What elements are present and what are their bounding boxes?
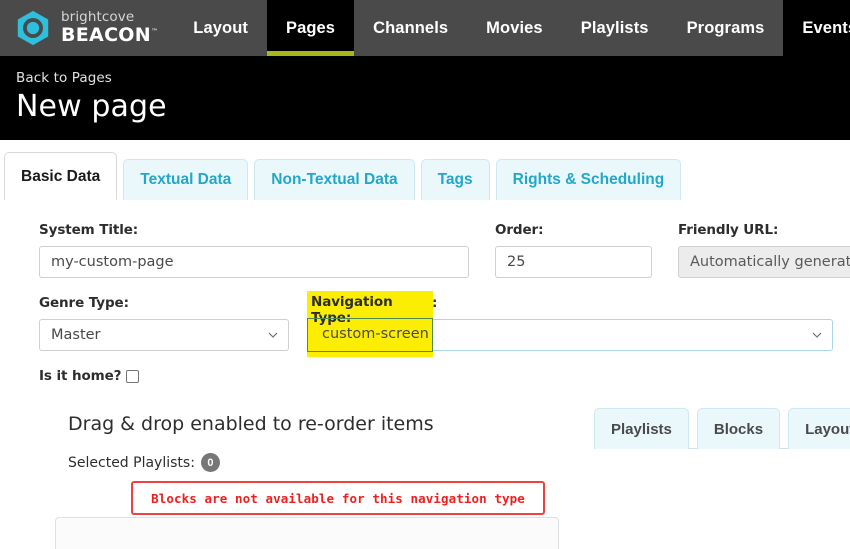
top-navigation-bar: brightcove BEACON™ Layout Pages Channels… bbox=[0, 0, 850, 56]
selected-playlists-label: Selected Playlists: bbox=[68, 454, 195, 471]
is-home-group: Is it home? bbox=[39, 368, 140, 384]
friendly-url-group: Friendly URL: Automatically generated b bbox=[678, 222, 850, 278]
content-tab-strip: Basic Data Textual Data Non-Textual Data… bbox=[0, 140, 850, 200]
nav-item-label: Channels bbox=[373, 18, 449, 37]
nav-item-programs[interactable]: Programs bbox=[668, 0, 784, 56]
nav-item-label: Events bbox=[802, 18, 850, 37]
brand-wordmark: brightcove BEACON™ bbox=[61, 11, 158, 45]
tab-basic-data[interactable]: Basic Data bbox=[4, 152, 118, 200]
brand-bottom-text: BEACON bbox=[61, 23, 151, 46]
nav-item-label: Programs bbox=[686, 18, 765, 37]
tab-label: Non-Textual Data bbox=[271, 171, 398, 188]
is-home-label: Is it home? bbox=[39, 368, 122, 384]
brand-logo-area[interactable]: brightcove BEACON™ bbox=[0, 0, 174, 56]
navigation-type-group: Navigation Type: custom-screen bbox=[311, 295, 833, 351]
playlist-drop-area[interactable] bbox=[55, 517, 559, 549]
chevron-down-icon bbox=[268, 332, 278, 338]
nav-item-label: Movies bbox=[486, 18, 543, 37]
brand-name-top: brightcove bbox=[61, 9, 135, 26]
drag-drop-title: Drag & drop enabled to re-order items bbox=[68, 413, 434, 435]
brand-trademark: ™ bbox=[150, 27, 159, 36]
blocks-warning-box: Blocks are not available for this naviga… bbox=[131, 481, 545, 515]
tab-label: Tags bbox=[437, 171, 473, 188]
button-label: Playlists bbox=[611, 420, 672, 438]
system-title-label: System Title: bbox=[39, 222, 139, 238]
nav-item-channels[interactable]: Channels bbox=[354, 0, 467, 56]
nav-item-events[interactable]: Events bbox=[783, 0, 850, 56]
tab-non-textual-data[interactable]: Non-Textual Data bbox=[254, 159, 415, 200]
right-panel-buttons: Playlists Blocks Layouts bbox=[594, 408, 850, 449]
navigation-type-value: custom-screen bbox=[323, 327, 430, 343]
genre-type-group: Genre Type: Master bbox=[39, 295, 289, 351]
button-layouts[interactable]: Layouts bbox=[788, 408, 850, 449]
friendly-url-label: Friendly URL: bbox=[678, 222, 779, 238]
selected-playlists-count-badge: 0 bbox=[200, 453, 220, 472]
navigation-type-label: Navigation Type: bbox=[311, 295, 438, 311]
app-root: brightcove BEACON™ Layout Pages Channels… bbox=[0, 0, 850, 549]
tab-tags[interactable]: Tags bbox=[420, 159, 490, 200]
system-title-input[interactable]: my-custom-page bbox=[39, 246, 469, 278]
button-blocks[interactable]: Blocks bbox=[696, 408, 781, 449]
friendly-url-input: Automatically generated b bbox=[678, 246, 850, 278]
genre-type-value: Master bbox=[51, 327, 101, 343]
nav-item-label: Layout bbox=[193, 18, 248, 37]
tab-label: Basic Data bbox=[21, 167, 101, 185]
order-input[interactable]: 25 bbox=[495, 246, 652, 278]
is-home-checkbox[interactable] bbox=[126, 369, 140, 383]
brightcove-hexagon-logo-icon bbox=[17, 10, 49, 46]
tab-textual-data[interactable]: Textual Data bbox=[123, 159, 249, 200]
selected-playlists-row: Selected Playlists: 0 bbox=[68, 453, 220, 472]
top-nav-items: Layout Pages Channels Movies Playlists P… bbox=[174, 0, 850, 56]
page-title: New page bbox=[16, 89, 167, 124]
tab-rights-scheduling[interactable]: Rights & Scheduling bbox=[495, 159, 682, 200]
order-label: Order: bbox=[495, 222, 544, 238]
nav-item-playlists[interactable]: Playlists bbox=[562, 0, 668, 56]
nav-item-label: Playlists bbox=[580, 18, 649, 37]
brand-name-bottom: BEACON™ bbox=[61, 23, 159, 46]
order-group: Order: 25 bbox=[495, 222, 652, 278]
system-title-group: System Title: my-custom-page bbox=[39, 222, 469, 278]
genre-type-label: Genre Type: bbox=[39, 295, 129, 311]
nav-item-label: Pages bbox=[285, 18, 336, 37]
button-label: Layouts bbox=[805, 420, 850, 438]
nav-item-layout[interactable]: Layout bbox=[174, 0, 267, 56]
back-to-pages-link[interactable]: Back to Pages bbox=[16, 70, 850, 86]
button-label: Blocks bbox=[713, 420, 764, 438]
nav-item-movies[interactable]: Movies bbox=[467, 0, 562, 56]
nav-item-pages[interactable]: Pages bbox=[266, 0, 355, 56]
tab-label: Textual Data bbox=[140, 171, 232, 188]
navigation-type-select[interactable]: custom-screen bbox=[311, 319, 833, 351]
button-playlists[interactable]: Playlists bbox=[594, 408, 689, 449]
tab-label: Rights & Scheduling bbox=[512, 171, 665, 188]
chevron-down-icon bbox=[812, 332, 822, 338]
page-header: Back to Pages New page bbox=[0, 56, 850, 140]
blocks-warning-text: Blocks are not available for this naviga… bbox=[151, 490, 525, 506]
genre-type-select[interactable]: Master bbox=[39, 319, 289, 351]
